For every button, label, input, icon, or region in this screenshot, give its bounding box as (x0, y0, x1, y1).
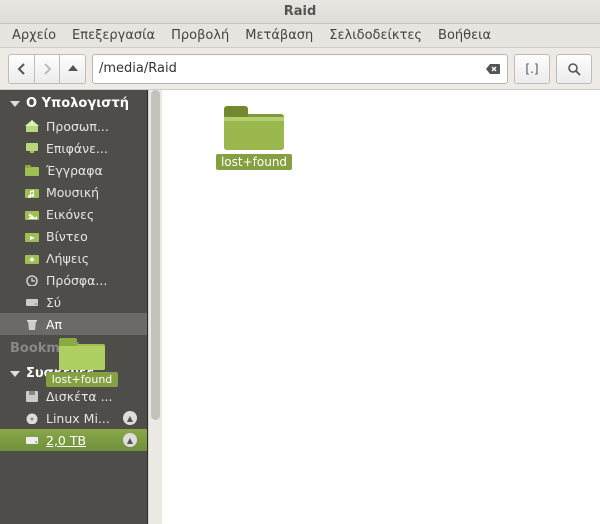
chevron-down-icon (10, 371, 20, 377)
chevron-down-icon (10, 101, 20, 107)
menu-view[interactable]: Προβολή (165, 26, 235, 45)
sidebar-item-downloads[interactable]: Λήψεις (0, 247, 147, 269)
music-icon (24, 185, 40, 199)
sidebar-item-filesystem[interactable]: Σύ (0, 291, 147, 313)
home-icon (24, 119, 40, 133)
section-title: Ο Υπολογιστή (26, 96, 129, 111)
window-titlebar: Raid (0, 0, 600, 24)
sidebar-scrollbar[interactable] (148, 90, 162, 524)
nav-forward-button[interactable] (34, 54, 60, 84)
menu-bookmarks[interactable]: Σελιδοδείκτες (323, 26, 428, 45)
menu-help[interactable]: Βοήθεια (432, 26, 497, 45)
folder-item[interactable]: lost+found (208, 104, 300, 170)
eject-button[interactable]: ▲ (123, 411, 137, 425)
toolbar: [.] (0, 48, 600, 90)
sidebar-item-videos[interactable]: Βίντεο (0, 225, 147, 247)
sidebar-section-bookmarks[interactable]: Bookmarks (0, 335, 147, 360)
floppy-icon (24, 389, 40, 403)
nav-up-button[interactable] (60, 54, 86, 84)
menu-go[interactable]: Μετάβαση (239, 26, 319, 45)
sidebar-item-trash[interactable]: Απ (0, 313, 147, 335)
window-title: Raid (284, 4, 317, 19)
sidebar-section-computer[interactable]: Ο Υπολογιστή (0, 90, 147, 115)
menu-file[interactable]: Αρχείο (6, 26, 62, 45)
sidebar-item-music[interactable]: Μουσική (0, 181, 147, 203)
recent-icon (24, 273, 40, 287)
sidebar-item-drive[interactable]: 2,0 TB▲ (0, 429, 147, 451)
trash-icon (24, 317, 40, 331)
clear-path-button[interactable] (485, 61, 501, 77)
video-icon (24, 229, 40, 243)
file-name: lost+found (216, 154, 292, 170)
search-button[interactable] (556, 54, 592, 84)
section-title: Συσκευές (26, 366, 94, 381)
sidebar-item-pictures[interactable]: Εικόνες (0, 203, 147, 225)
sidebar-item-recent[interactable]: Πρόσφα... (0, 269, 147, 291)
folder-icon (224, 104, 284, 150)
sidebar: Ο Υπολογιστή Προσωπ... Επιφάνε... Έγγραφ… (0, 90, 148, 524)
folder-icon (24, 163, 40, 177)
section-title: Bookmarks (10, 341, 92, 356)
menu-edit[interactable]: Επεξεργασία (66, 26, 161, 45)
sidebar-item-optical[interactable]: Linux Mi...▲ (0, 407, 147, 429)
sidebar-item-documents[interactable]: Έγγραφα (0, 159, 147, 181)
optical-icon (24, 411, 40, 425)
eject-button[interactable]: ▲ (123, 433, 137, 447)
zoom-fit-button[interactable]: [.] (514, 54, 550, 84)
sidebar-item-floppy[interactable]: Δισκέτα ... (0, 385, 147, 407)
sidebar-item-home[interactable]: Προσωπ... (0, 115, 147, 137)
drive-icon (24, 295, 40, 309)
desktop-icon (24, 141, 40, 155)
file-pane[interactable]: lost+found (162, 90, 600, 524)
drive-icon (24, 433, 40, 447)
sidebar-section-devices[interactable]: Συσκευές (0, 360, 147, 385)
nav-back-button[interactable] (8, 54, 34, 84)
menubar: Αρχείο Επεξεργασία Προβολή Μετάβαση Σελι… (0, 24, 600, 48)
downloads-icon (24, 251, 40, 265)
location-bar[interactable] (92, 54, 508, 84)
pictures-icon (24, 207, 40, 221)
sidebar-item-desktop[interactable]: Επιφάνε... (0, 137, 147, 159)
path-input[interactable] (99, 61, 485, 76)
